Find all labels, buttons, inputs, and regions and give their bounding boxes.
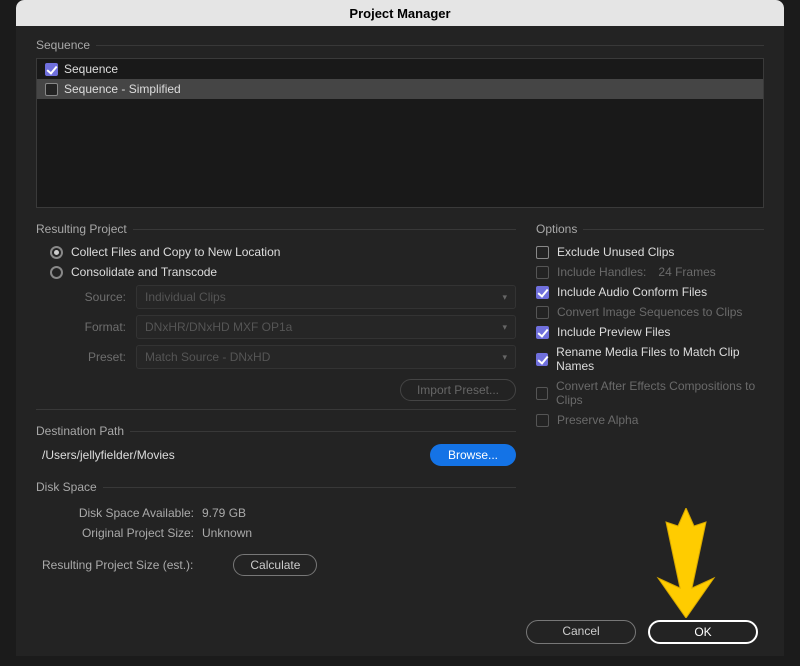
sequence-legend: Sequence	[36, 38, 96, 52]
checkbox-icon	[536, 266, 549, 279]
destination-section: Destination Path /Users/jellyfielder/Mov…	[36, 424, 516, 466]
checkbox-icon	[536, 387, 548, 400]
dialog-content: Sequence Sequence Sequence - Simplified	[16, 26, 784, 604]
option-label: Convert Image Sequences to Clips	[557, 305, 742, 319]
options-section: Options Exclude Unused Clips Include Han…	[536, 222, 764, 427]
calculate-button[interactable]: Calculate	[233, 554, 317, 576]
format-row: Format: DNxHR/DNxHD MXF OP1a ▾	[36, 315, 516, 339]
option-preview-files[interactable]: Include Preview Files	[536, 325, 764, 339]
dialog-footer: Cancel OK	[526, 620, 758, 644]
disk-original-value: Unknown	[202, 526, 252, 540]
dialog-title: Project Manager	[349, 6, 450, 21]
option-label: Include Preview Files	[557, 325, 670, 339]
preset-value: Match Source - DNxHD	[145, 350, 270, 364]
checkbox-icon	[536, 414, 549, 427]
checkbox-icon	[536, 306, 549, 319]
option-convert-ae: Convert After Effects Compositions to Cl…	[536, 379, 764, 407]
sequence-row[interactable]: Sequence	[37, 59, 763, 79]
option-label: Include Audio Conform Files	[557, 285, 707, 299]
option-label: Rename Media Files to Match Clip Names	[556, 345, 764, 373]
ok-button[interactable]: OK	[648, 620, 758, 644]
option-rename-media[interactable]: Rename Media Files to Match Clip Names	[536, 345, 764, 373]
checkbox-icon[interactable]	[536, 326, 549, 339]
radio-consolidate-transcode[interactable]: Consolidate and Transcode	[50, 265, 516, 279]
radio-icon[interactable]	[50, 246, 63, 259]
sequence-row-label: Sequence	[64, 62, 118, 76]
option-label: Include Handles:	[557, 265, 646, 279]
resulting-legend: Resulting Project	[36, 222, 133, 236]
source-label: Source:	[36, 290, 136, 304]
format-value: DNxHR/DNxHD MXF OP1a	[145, 320, 292, 334]
sequence-row[interactable]: Sequence - Simplified	[37, 79, 763, 99]
radio-label: Collect Files and Copy to New Location	[71, 245, 280, 259]
option-handles-value: 24 Frames	[658, 265, 715, 279]
project-manager-dialog: Project Manager Sequence Sequence Sequen…	[16, 0, 784, 656]
option-preserve-alpha: Preserve Alpha	[536, 413, 764, 427]
destination-path: /Users/jellyfielder/Movies	[36, 444, 430, 466]
disk-available-label: Disk Space Available:	[36, 506, 202, 520]
preset-dropdown[interactable]: Match Source - DNxHD ▾	[136, 345, 516, 369]
source-row: Source: Individual Clips ▾	[36, 285, 516, 309]
sequence-row-label: Sequence - Simplified	[64, 82, 181, 96]
checkbox-icon[interactable]	[536, 353, 548, 366]
option-label: Exclude Unused Clips	[557, 245, 674, 259]
preset-row: Preset: Match Source - DNxHD ▾	[36, 345, 516, 369]
cancel-button[interactable]: Cancel	[526, 620, 636, 644]
option-label: Preserve Alpha	[557, 413, 638, 427]
destination-legend: Destination Path	[36, 424, 130, 438]
preset-label: Preset:	[36, 350, 136, 364]
options-legend: Options	[536, 222, 583, 236]
radio-icon[interactable]	[50, 266, 63, 279]
checkbox-icon[interactable]	[536, 286, 549, 299]
titlebar: Project Manager	[16, 0, 784, 26]
import-preset-button[interactable]: Import Preset...	[400, 379, 516, 401]
option-convert-image-seq: Convert Image Sequences to Clips	[536, 305, 764, 319]
checkbox-icon[interactable]	[536, 246, 549, 259]
format-label: Format:	[36, 320, 136, 334]
disk-original-label: Original Project Size:	[36, 526, 202, 540]
checkbox-icon[interactable]	[45, 83, 58, 96]
chevron-down-icon: ▾	[502, 292, 507, 303]
checkbox-icon[interactable]	[45, 63, 58, 76]
format-dropdown[interactable]: DNxHR/DNxHD MXF OP1a ▾	[136, 315, 516, 339]
resulting-project-section: Resulting Project Collect Files and Copy…	[36, 222, 516, 410]
chevron-down-icon: ▾	[502, 322, 507, 333]
disk-est-label: Resulting Project Size (est.):	[36, 558, 233, 572]
sequence-listbox[interactable]: Sequence Sequence - Simplified	[36, 58, 764, 208]
option-exclude-unused[interactable]: Exclude Unused Clips	[536, 245, 764, 259]
sequence-section: Sequence Sequence Sequence - Simplified	[36, 38, 764, 208]
source-value: Individual Clips	[145, 290, 226, 304]
browse-button[interactable]: Browse...	[430, 444, 516, 466]
radio-label: Consolidate and Transcode	[71, 265, 217, 279]
disk-legend: Disk Space	[36, 480, 103, 494]
option-audio-conform[interactable]: Include Audio Conform Files	[536, 285, 764, 299]
option-include-handles: Include Handles: 24 Frames	[536, 265, 764, 279]
source-dropdown[interactable]: Individual Clips ▾	[136, 285, 516, 309]
disk-available-value: 9.79 GB	[202, 506, 246, 520]
chevron-down-icon: ▾	[502, 352, 507, 363]
option-label: Convert After Effects Compositions to Cl…	[556, 379, 764, 407]
radio-collect-files[interactable]: Collect Files and Copy to New Location	[50, 245, 516, 259]
disk-space-section: Disk Space Disk Space Available: 9.79 GB…	[36, 480, 516, 576]
